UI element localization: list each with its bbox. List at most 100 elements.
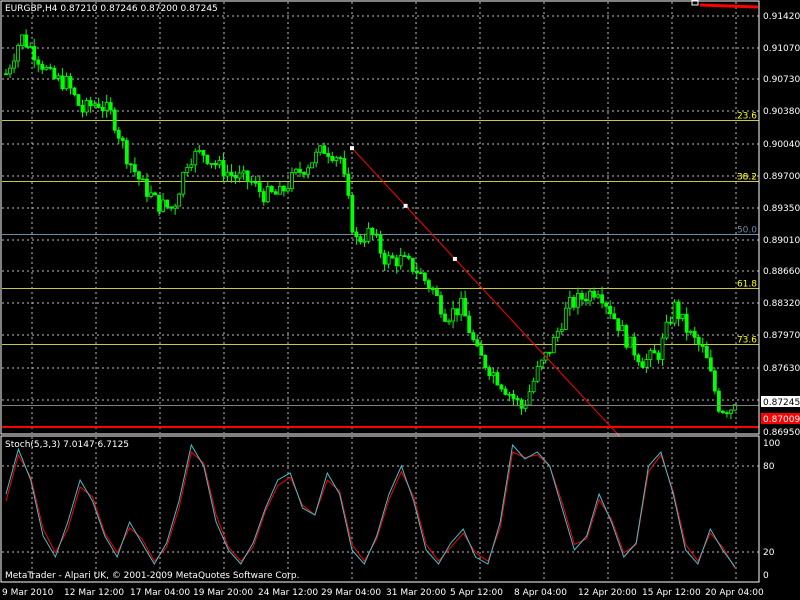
candle-body [20,34,25,46]
candle-body [688,331,693,333]
candle-body [491,372,496,377]
candle-body [96,103,101,108]
candle-body [584,298,588,302]
candle-body [358,236,363,243]
indicator-level-label: 0 [763,571,769,581]
candle-body [567,296,572,309]
time-tick: 9 Mar 2010 [2,588,54,598]
candle-body [36,59,41,65]
candle-body [652,350,657,354]
fib-level-label: 73.6 [737,336,757,346]
candle-body [326,153,331,157]
candle-body [398,255,403,267]
candle-body [68,76,73,89]
candle-body [346,173,351,196]
candle-body [600,294,604,304]
candle-body [451,308,455,322]
candle-body [72,87,77,96]
candle-body [374,233,379,236]
candle-body [318,145,323,153]
candle-body [684,313,689,333]
candle-body [648,350,653,360]
candle-body [576,293,580,308]
candle-body [48,66,53,69]
price-tick: 0.91420 [763,12,800,22]
candle-body [128,163,133,166]
candle-body [680,313,685,319]
candle-body [32,46,37,61]
symbol-label: EURGBP,H4 0.87210 0.87246 0.87200 0.8724… [5,4,218,14]
candle-body [290,172,294,190]
candle-body [237,172,242,179]
candle-body [56,75,61,79]
candle-body [555,330,560,338]
candle-body [334,157,339,161]
time-tick: 8 Apr 04:00 [514,588,567,598]
candle-body [455,308,459,316]
price-tick: 0.89700 [763,172,800,182]
candle-body [612,313,617,320]
price-tick: 0.89350 [763,204,800,214]
candle-body [692,331,697,338]
candle-body [201,150,206,156]
candle-body [16,45,20,62]
candle-body [439,295,443,315]
candle-body [273,191,278,195]
price-tick: 0.90040 [763,140,800,150]
candle-body [141,178,145,181]
candle-body [342,158,347,175]
candle-body [394,257,399,267]
candle-body [406,255,411,259]
price-tick: 0.89010 [763,236,800,246]
price-tick: 0.88660 [763,267,800,277]
candle-body [181,171,186,195]
candle-body [261,191,266,203]
candle-body [322,145,327,154]
candle-body [588,290,592,302]
candle-body [664,321,669,339]
candle-body [700,344,705,347]
candle-body [241,170,246,174]
candle-body [116,129,121,139]
fib-level-label: 38.2 [737,173,757,183]
candle-body [193,150,198,166]
candle-body [40,63,45,70]
time-tick: 15 Apr 12:00 [642,588,701,598]
candle-body [185,167,190,173]
candle-body [563,307,568,330]
candle-body [112,109,117,131]
candle-body [427,280,431,289]
indicator-level-label: 100 [763,439,780,449]
candle-body [459,297,464,316]
candle-body [390,255,395,259]
candle-body [632,336,637,356]
price-tick: 0.87970 [763,331,800,341]
candle-body [507,393,512,396]
price-tick: 0.90730 [763,75,800,85]
candle-body [668,321,673,324]
candle-body [696,336,701,346]
candle-body [592,290,596,298]
candle-body [414,271,419,274]
candle-body [559,329,564,332]
candle-body [153,192,157,196]
candle-body [716,390,721,412]
time-tick: 12 Apr 20:00 [578,588,637,598]
candle-body [298,168,302,173]
candle-body [265,186,270,203]
candle-body [76,94,81,106]
candle-body [173,205,178,209]
trendline-anchor [350,146,354,151]
candle-body [616,318,621,331]
candle-body [636,354,641,363]
candle-body [604,302,609,307]
candle-body [282,185,286,192]
candle-body [511,393,516,399]
price-chart[interactable]: 23.638.238.250.061.873.6 EURGBP,H4 0.872… [0,0,800,600]
candle-body [52,67,57,79]
candle-body [571,296,576,308]
candle-body [84,100,89,113]
candle-body [330,156,335,161]
candle-body [354,231,359,238]
candle-body [435,289,439,296]
